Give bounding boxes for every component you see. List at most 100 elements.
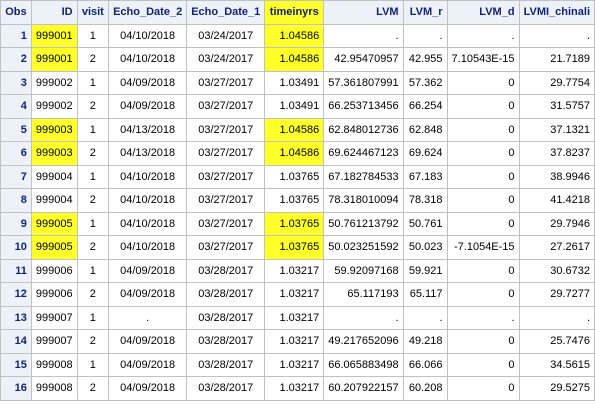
cell-echo-date-1[interactable]: 03/24/2017 [186, 47, 266, 72]
cell-lvm-d[interactable]: 0 [446, 117, 520, 142]
cell-lvm[interactable]: 65.117193 [323, 282, 404, 307]
cell-lvm-r[interactable]: 50.761 [402, 211, 448, 236]
cell-lvm-r[interactable]: 69.624 [402, 141, 448, 166]
cell-lvm[interactable]: 78.318010094 [323, 188, 404, 213]
table-row[interactable]: 11 999006 1 04/09/2018 03/28/2017 1.03217 59.9… [0, 258, 595, 283]
cell-timeinyrs[interactable]: 1.03217 [264, 376, 325, 401]
table-row[interactable]: 7 999004 1 04/10/2018 03/27/2017 1.03765 67.18… [0, 164, 595, 189]
cell-obs[interactable]: 15 [0, 352, 32, 377]
table-row[interactable]: 8 999004 2 04/10/2018 03/27/2017 1.03765 78.31… [0, 188, 595, 213]
cell-obs[interactable]: 10 [0, 235, 32, 260]
cell-lvm-r[interactable]: 67.183 [402, 164, 448, 189]
cell-lvm-d[interactable]: 0 [446, 329, 520, 354]
cell-echo-date-1[interactable]: 03/28/2017 [186, 376, 266, 401]
cell-id[interactable]: 999005 [30, 211, 78, 236]
cell-echo-date-1[interactable]: 03/27/2017 [186, 141, 266, 166]
cell-timeinyrs[interactable]: 1.03491 [264, 70, 325, 95]
cell-visit[interactable]: 2 [76, 141, 110, 166]
cell-echo-date-1[interactable]: 03/27/2017 [186, 188, 266, 213]
cell-lvm[interactable]: 59.92097168 [323, 258, 404, 283]
col-header-visit[interactable]: visit [76, 0, 110, 25]
cell-id[interactable]: 999001 [30, 23, 78, 48]
cell-echo-date-2[interactable]: 04/10/2018 [108, 23, 188, 48]
cell-echo-date-1[interactable]: 03/28/2017 [186, 282, 266, 307]
cell-visit[interactable]: 2 [76, 94, 110, 119]
cell-id[interactable]: 999008 [30, 376, 78, 401]
cell-echo-date-2[interactable]: 04/09/2018 [108, 70, 188, 95]
cell-echo-date-1[interactable]: 03/27/2017 [186, 211, 266, 236]
cell-echo-date-2[interactable]: 04/13/2018 [108, 117, 188, 142]
cell-obs[interactable]: 9 [0, 211, 32, 236]
cell-lvm-d[interactable]: 0 [446, 164, 520, 189]
cell-lvm[interactable]: 60.207922157 [323, 376, 404, 401]
table-row[interactable]: 13 999007 1. 03/28/2017 1.03217.... [0, 305, 595, 330]
table-row[interactable]: 3 999002 1 04/09/2018 03/27/2017 1.03491 57.36… [0, 70, 595, 95]
table-row[interactable]: 9 999005 1 04/10/2018 03/27/2017 1.03765 50.76… [0, 211, 595, 236]
cell-timeinyrs[interactable]: 1.04586 [264, 141, 325, 166]
cell-lvm-d[interactable]: 0 [446, 352, 520, 377]
cell-lvm-d[interactable]: 0 [446, 94, 520, 119]
cell-obs[interactable]: 8 [0, 188, 32, 213]
table-row[interactable]: 10 999005 2 04/10/2018 03/27/2017 1.03765 50.0… [0, 235, 595, 260]
col-header-lvm[interactable]: LVM [323, 0, 404, 25]
cell-lvmi-chinali[interactable]: 41.4218 [518, 188, 595, 213]
cell-lvm[interactable]: 49.217652096 [323, 329, 404, 354]
cell-id[interactable]: 999007 [30, 305, 78, 330]
col-header-id[interactable]: ID [30, 0, 78, 25]
cell-lvm-r[interactable]: 66.254 [402, 94, 448, 119]
cell-echo-date-2[interactable]: 04/10/2018 [108, 164, 188, 189]
table-row[interactable]: 6 999003 2 04/13/2018 03/27/2017 1.04586 69.62… [0, 141, 595, 166]
cell-visit[interactable]: 2 [76, 329, 110, 354]
cell-visit[interactable]: 2 [76, 188, 110, 213]
cell-obs[interactable]: 3 [0, 70, 32, 95]
cell-lvm-r[interactable]: 65.117 [402, 282, 448, 307]
cell-lvm[interactable]: 69.624467123 [323, 141, 404, 166]
cell-timeinyrs[interactable]: 1.03765 [264, 235, 325, 260]
table-row[interactable]: 4 999002 2 04/09/2018 03/27/2017 1.03491 66.25… [0, 94, 595, 119]
cell-lvm[interactable]: 42.95470957 [323, 47, 404, 72]
cell-visit[interactable]: 1 [76, 352, 110, 377]
cell-lvm-r[interactable]: 66.066 [402, 352, 448, 377]
cell-echo-date-2[interactable]: . [108, 305, 188, 330]
cell-timeinyrs[interactable]: 1.03491 [264, 94, 325, 119]
cell-id[interactable]: 999006 [30, 282, 78, 307]
cell-lvm-r[interactable]: 59.921 [402, 258, 448, 283]
cell-lvmi-chinali[interactable]: 25.7476 [518, 329, 595, 354]
cell-echo-date-1[interactable]: 03/28/2017 [186, 329, 266, 354]
col-header-echo-date-2[interactable]: Echo_Date_2 [108, 0, 188, 25]
cell-echo-date-1[interactable]: 03/28/2017 [186, 258, 266, 283]
table-row[interactable]: 2 999001 2 04/10/2018 03/24/2017 1.04586 42.95… [0, 47, 595, 72]
cell-lvm-d[interactable]: 0 [446, 188, 520, 213]
cell-lvmi-chinali[interactable]: 29.7754 [518, 70, 595, 95]
cell-lvm[interactable]: 62.848012736 [323, 117, 404, 142]
cell-lvm[interactable]: 66.253713456 [323, 94, 404, 119]
cell-id[interactable]: 999004 [30, 188, 78, 213]
cell-lvmi-chinali[interactable]: . [518, 23, 595, 48]
col-header-obs[interactable]: Obs [0, 0, 32, 25]
cell-lvmi-chinali[interactable]: 31.5757 [518, 94, 595, 119]
cell-lvm[interactable]: . [323, 305, 404, 330]
cell-lvmi-chinali[interactable]: 37.1321 [518, 117, 595, 142]
col-header-echo-date-1[interactable]: Echo_Date_1 [186, 0, 266, 25]
cell-lvm[interactable]: 57.361807991 [323, 70, 404, 95]
cell-echo-date-2[interactable]: 04/10/2018 [108, 47, 188, 72]
cell-timeinyrs[interactable]: 1.04586 [264, 23, 325, 48]
cell-obs[interactable]: 12 [0, 282, 32, 307]
cell-lvm-r[interactable]: . [402, 23, 448, 48]
cell-timeinyrs[interactable]: 1.03217 [264, 329, 325, 354]
cell-lvm-r[interactable]: 42.955 [402, 47, 448, 72]
cell-id[interactable]: 999003 [30, 141, 78, 166]
cell-id[interactable]: 999004 [30, 164, 78, 189]
cell-lvmi-chinali[interactable]: 29.7946 [518, 211, 595, 236]
cell-echo-date-2[interactable]: 04/10/2018 [108, 188, 188, 213]
cell-timeinyrs[interactable]: 1.03765 [264, 164, 325, 189]
table-row[interactable]: 5 999003 1 04/13/2018 03/27/2017 1.04586 62.84… [0, 117, 595, 142]
cell-id[interactable]: 999003 [30, 117, 78, 142]
cell-visit[interactable]: 1 [76, 117, 110, 142]
cell-lvm-d[interactable]: 0 [446, 258, 520, 283]
cell-visit[interactable]: 2 [76, 47, 110, 72]
cell-lvm-r[interactable]: 57.362 [402, 70, 448, 95]
cell-id[interactable]: 999008 [30, 352, 78, 377]
col-header-lvm-d[interactable]: LVM_d [446, 0, 520, 25]
cell-echo-date-1[interactable]: 03/24/2017 [186, 23, 266, 48]
